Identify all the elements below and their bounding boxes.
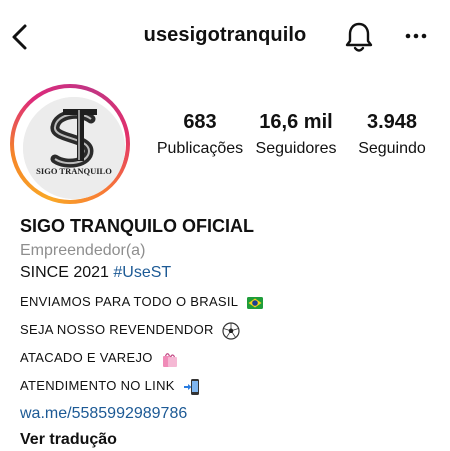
profile-category: Empreendedor(a) (20, 242, 146, 259)
following-count[interactable]: 3.948 Seguindo (342, 110, 442, 159)
profile-username: usesigotranquilo (143, 24, 307, 46)
bio-line-text: ATENDIMENTO NO LINK (20, 378, 175, 393)
followers-count-value: 16,6 mil (259, 111, 333, 133)
bio-line-service: ATENDIMENTO NO LINK (20, 375, 440, 397)
profile-avatar-story-ring[interactable]: SIGO TRANQUILO (10, 84, 130, 204)
bio-since-line: SINCE 2021 #UseST (20, 262, 440, 284)
shopping-bags-icon (162, 352, 177, 367)
notifications-button[interactable] (343, 20, 375, 54)
profile-display-name: SIGO TRANQUILO OFICIAL (20, 216, 254, 236)
bio-line-text: ENVIAMOS PARA TODO O BRASIL (20, 294, 238, 309)
more-options-button[interactable] (402, 26, 430, 46)
brazil-flag-icon (246, 296, 263, 309)
bio-external-link[interactable]: wa.me/5585992989786 (20, 403, 440, 425)
bio-line-reseller: SEJA NOSSO REVENDENDOR (20, 319, 440, 341)
posts-count[interactable]: 683 Publicações (150, 110, 250, 159)
top-bar: usesigotranquilo (0, 0, 450, 72)
posts-count-label: Publicações (156, 140, 244, 157)
bio-since-text: SINCE 2021 (20, 264, 114, 281)
logo-text: SIGO TRANQUILO (36, 166, 112, 176)
see-translation-button[interactable]: Ver tradução (20, 429, 440, 451)
profile-bio: SIGO TRANQUILO OFICIAL Empreendedor(a) S… (20, 214, 440, 451)
sigo-tranquilo-logo-icon (23, 97, 125, 199)
bio-line-text: SEJA NOSSO REVENDENDOR (20, 322, 214, 337)
posts-count-value: 683 (183, 111, 217, 133)
avatar: SIGO TRANQUILO (23, 97, 125, 199)
followers-count-label: Seguidores (255, 140, 337, 157)
mobile-phone-arrow-icon (183, 378, 199, 395)
bio-line-text: ATACADO E VAREJO (20, 350, 153, 365)
bell-icon (345, 22, 373, 52)
bio-line-wholesale: ATACADO E VAREJO (20, 347, 440, 369)
hashtag-link[interactable]: #UseST (113, 264, 171, 281)
more-horizontal-icon (405, 33, 427, 39)
bio-line-shipping: ENVIAMOS PARA TODO O BRASIL (20, 291, 440, 313)
soccer-ball-icon (222, 321, 240, 340)
following-count-value: 3.948 (366, 111, 418, 133)
followers-count[interactable]: 16,6 mil Seguidores (246, 110, 346, 159)
following-count-label: Seguindo (358, 140, 426, 157)
